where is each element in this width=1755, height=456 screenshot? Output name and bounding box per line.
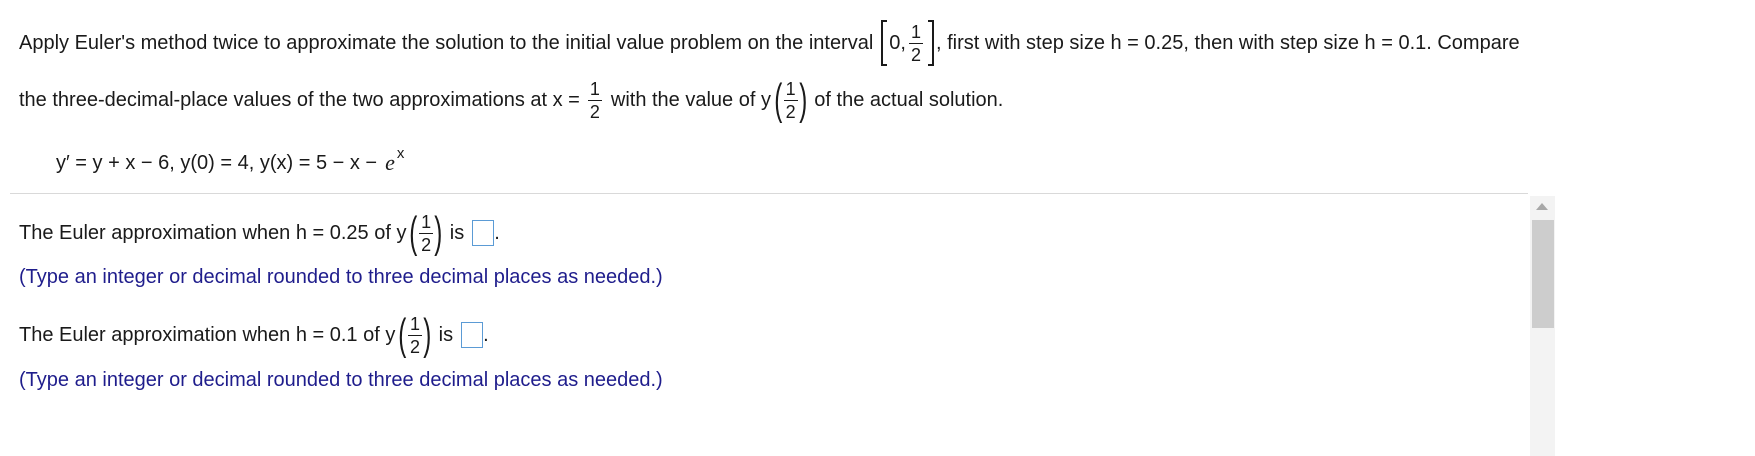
interval-end-fraction: 1 2 — [908, 21, 923, 65]
question-2-line: The Euler approximation when h = 0.1 of … — [19, 313, 489, 357]
question-2-answer-input[interactable] — [461, 322, 484, 348]
right-paren: ) — [434, 208, 443, 257]
fraction-numerator: 1 — [910, 21, 921, 42]
equation-exponent: x — [396, 144, 405, 162]
interval-start: 0, — [889, 31, 906, 54]
question-2-is: is — [438, 323, 454, 346]
scroll-up-icon[interactable] — [1536, 203, 1548, 210]
interval-left-bracket — [881, 20, 888, 66]
interval-right-bracket — [928, 20, 934, 66]
question-2-fraction: 1 2 — [407, 313, 422, 357]
fraction-denominator: 2 — [421, 234, 432, 255]
question-1-line: The Euler approximation when h = 0.25 of… — [19, 211, 500, 255]
equation-text: y′ = y + x − 6, y(0) = 4, y(x) = 5 − x − — [56, 151, 378, 174]
x-value-fraction: 1 2 — [587, 78, 602, 122]
fraction-denominator: 2 — [785, 101, 796, 122]
fraction-numerator: 1 — [589, 78, 600, 99]
question-2-hint: (Type an integer or decimal rounded to t… — [19, 369, 663, 391]
fraction-numerator: 1 — [785, 78, 796, 99]
problem-text-2: the three-decimal-place values of the tw… — [19, 88, 580, 111]
question-2-period: . — [483, 323, 489, 346]
left-paren: ( — [774, 75, 783, 124]
fraction-numerator: 1 — [409, 313, 420, 334]
left-paren: ( — [409, 208, 418, 257]
left-paren: ( — [398, 310, 407, 359]
problem-text-1-post: , first with step size h = 0.25, then wi… — [936, 31, 1520, 54]
fraction-denominator: 2 — [409, 336, 420, 357]
problem-text-2-post: of the actual solution. — [814, 88, 1004, 111]
actual-arg-fraction: 1 2 — [783, 78, 798, 122]
question-1-text: The Euler approximation when h = 0.25 of… — [19, 221, 407, 244]
scrollbar-thumb[interactable] — [1532, 220, 1554, 328]
right-paren: ) — [798, 75, 807, 124]
equation-e: e — [385, 150, 395, 175]
problem-text-1: Apply Euler's method twice to approximat… — [19, 31, 874, 54]
problem-line-2: the three-decimal-place values of the tw… — [19, 78, 1003, 122]
question-1-period: . — [494, 221, 500, 244]
fraction-numerator: 1 — [421, 211, 432, 232]
right-paren: ) — [423, 310, 432, 359]
question-1-answer-input[interactable] — [472, 220, 495, 246]
problem-line-1: Apply Euler's method twice to approximat… — [19, 20, 1520, 66]
question-1-hint: (Type an integer or decimal rounded to t… — [19, 266, 663, 288]
question-2-text: The Euler approximation when h = 0.1 of … — [19, 323, 396, 346]
question-1-fraction: 1 2 — [419, 211, 434, 255]
fraction-denominator: 2 — [589, 101, 600, 122]
section-divider — [10, 193, 1528, 194]
fraction-denominator: 2 — [910, 44, 921, 65]
equation-line: y′ = y + x − 6, y(0) = 4, y(x) = 5 − x −… — [56, 145, 404, 176]
problem-text-2-mid: with the value of y — [610, 88, 771, 111]
question-1-is: is — [449, 221, 465, 244]
